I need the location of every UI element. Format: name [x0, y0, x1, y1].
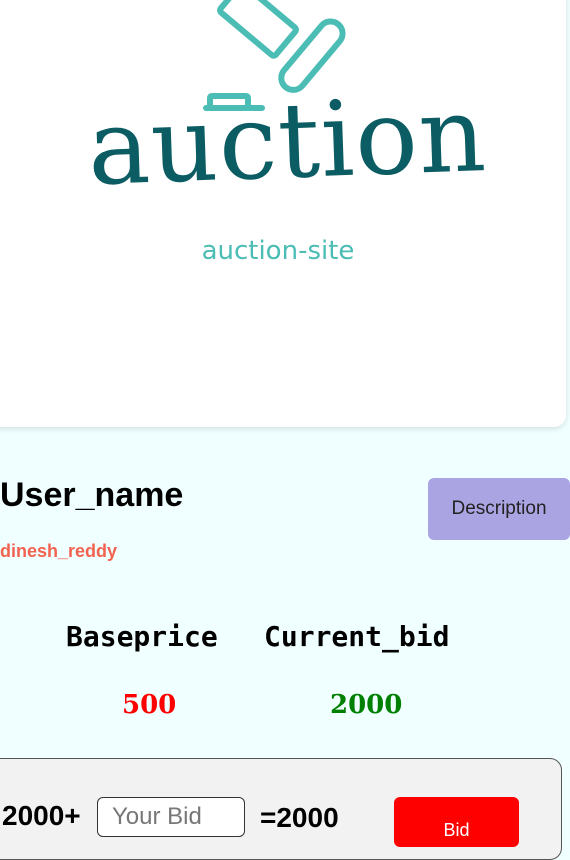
baseprice-label: Baseprice: [66, 620, 218, 653]
current-bid-label: Current_bid: [264, 620, 450, 653]
bid-amount-input[interactable]: [97, 797, 245, 837]
bid-button[interactable]: Bid: [394, 797, 519, 847]
logo-tagline: auction-site: [201, 236, 355, 266]
username-label: User_name: [0, 476, 184, 514]
description-button[interactable]: Description: [428, 478, 570, 540]
logo-wordmark: auction: [85, 73, 489, 209]
bid-total: =2000: [260, 802, 339, 833]
current-bid-value: 2000: [330, 690, 403, 720]
bid-prefix: 2000+: [2, 800, 81, 831]
username-value: dinesh_reddy: [0, 541, 118, 561]
baseprice-value: 500: [122, 690, 177, 720]
